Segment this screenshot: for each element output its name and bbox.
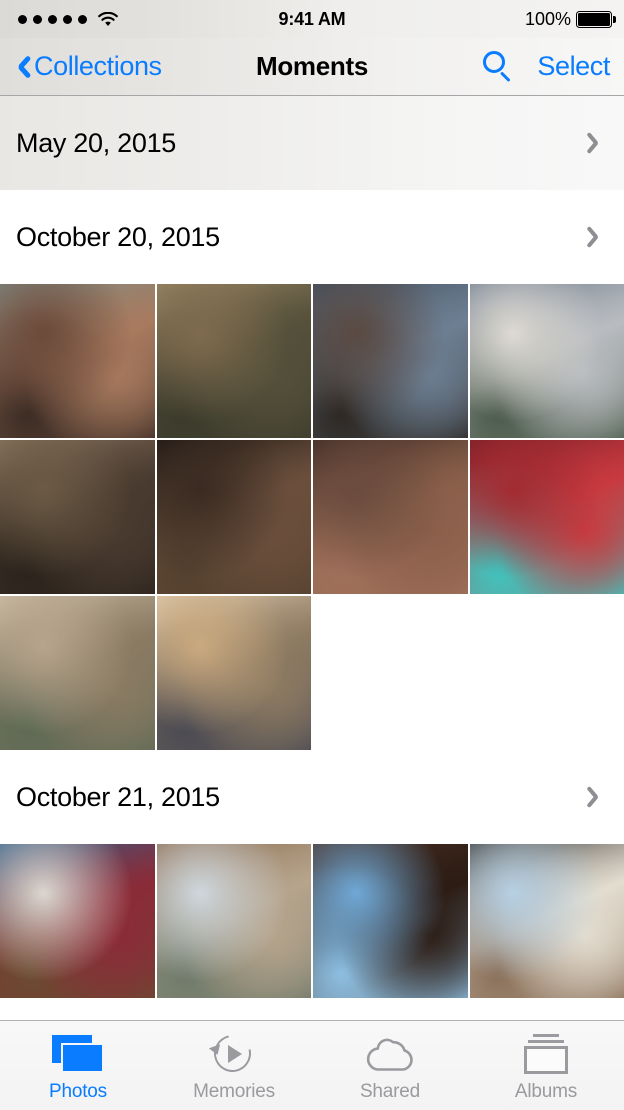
moments-list: May 20, 2015 October 20, 2015 October 21, … <box>0 96 624 998</box>
photo-image <box>156 284 311 438</box>
photo-thumbnail[interactable] <box>156 596 311 750</box>
moment-header[interactable]: October 20, 2015 <box>0 190 624 284</box>
albums-stack-icon <box>517 1033 575 1075</box>
chevron-right-icon[interactable] <box>591 130 606 156</box>
photo-image <box>0 284 155 438</box>
photo-thumbnail[interactable] <box>156 284 311 438</box>
photo-thumbnail[interactable] <box>469 284 624 438</box>
search-icon[interactable] <box>481 50 515 84</box>
status-bar-right: 100% <box>524 8 616 30</box>
tab-bar: Photos Memories Shared Albums <box>0 1020 624 1110</box>
photo-thumbnail[interactable] <box>0 284 155 438</box>
photo-image <box>0 440 155 594</box>
moment-header[interactable]: October 21, 2015 <box>0 750 624 844</box>
photo-grid <box>0 284 624 750</box>
tab-memories-label: Memories <box>193 1081 275 1102</box>
photo-thumbnail[interactable] <box>0 596 155 750</box>
tab-albums-label: Albums <box>514 1081 578 1102</box>
photo-thumbnail[interactable] <box>0 844 155 998</box>
photo-image <box>469 284 624 438</box>
chevron-right-icon[interactable] <box>591 784 606 810</box>
tab-shared[interactable]: Shared <box>312 1021 468 1110</box>
photo-image <box>313 440 468 594</box>
photo-image <box>156 844 311 998</box>
navigation-bar-actions: Select <box>481 50 610 84</box>
photo-image <box>0 596 155 750</box>
battery-percent-label: 100% <box>524 8 571 29</box>
photo-image <box>469 844 624 998</box>
photo-image <box>313 284 468 438</box>
tab-shared-label: Shared <box>359 1081 421 1102</box>
tab-memories[interactable]: Memories <box>156 1021 312 1110</box>
photo-image <box>156 440 311 594</box>
photo-image <box>0 844 155 998</box>
photos-app-screen: 9:41 AM 100% Collections Moments Select … <box>0 0 624 1110</box>
chevron-right-icon[interactable] <box>591 224 606 250</box>
tab-photos[interactable]: Photos <box>0 1021 156 1110</box>
moment-header[interactable]: May 20, 2015 <box>0 96 624 190</box>
photo-image <box>156 596 311 750</box>
photo-image <box>469 440 624 594</box>
moment-date-label: October 20, 2015 <box>16 221 220 252</box>
photo-image <box>313 844 468 998</box>
photo-thumbnail[interactable] <box>313 440 468 594</box>
cloud-icon <box>361 1033 419 1075</box>
photo-thumbnail[interactable] <box>0 440 155 594</box>
photo-thumbnail[interactable] <box>313 844 468 998</box>
photo-thumbnail[interactable] <box>313 284 468 438</box>
photo-thumbnail[interactable] <box>156 844 311 998</box>
memories-replay-icon <box>205 1028 263 1079</box>
photo-thumbnail[interactable] <box>469 440 624 594</box>
photo-thumbnail[interactable] <box>156 440 311 594</box>
battery-icon <box>576 10 616 28</box>
navigation-bar: Collections Moments Select <box>0 38 624 96</box>
select-button[interactable]: Select <box>537 51 610 82</box>
moment-date-label: May 20, 2015 <box>16 127 177 158</box>
photo-thumbnail[interactable] <box>469 844 624 998</box>
moment-date-label: October 21, 2015 <box>16 781 220 812</box>
photo-grid <box>0 844 624 998</box>
tab-albums[interactable]: Albums <box>468 1021 624 1110</box>
photos-stack-icon <box>49 1033 107 1075</box>
status-bar: 9:41 AM 100% <box>0 0 624 38</box>
tab-photos-label: Photos <box>49 1081 107 1102</box>
